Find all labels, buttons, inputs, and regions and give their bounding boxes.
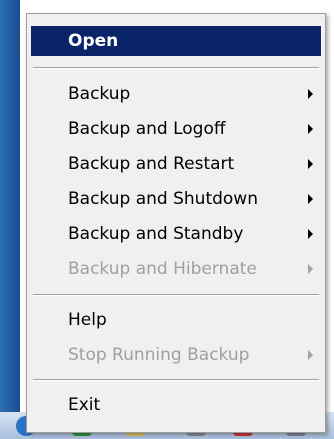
menu-item-backup-standby[interactable]: Backup and Standby	[31, 219, 321, 249]
menu-item-backup-logoff-label: Backup and Logoff	[68, 119, 226, 139]
menu-separator	[33, 379, 319, 381]
menu-item-exit[interactable]: Exit	[31, 390, 321, 420]
desktop-edge	[0, 0, 20, 439]
menu-item-stop-backup: Stop Running Backup	[31, 340, 321, 370]
menu-item-open[interactable]: Open	[31, 26, 321, 56]
menu-item-backup-shutdown[interactable]: Backup and Shutdown	[31, 184, 321, 214]
menu-item-exit-label: Exit	[68, 395, 101, 415]
menu-item-backup-restart[interactable]: Backup and Restart	[31, 149, 321, 179]
arrow-right-icon	[308, 194, 313, 204]
menu-separator	[33, 294, 319, 296]
context-menu: Open Backup Backup and Logoff Backup and…	[26, 13, 326, 433]
menu-item-open-label: Open	[68, 31, 119, 51]
arrow-right-icon	[308, 229, 313, 239]
menu-item-backup-hibernate-label: Backup and Hibernate	[68, 259, 257, 279]
menu-item-backup-hibernate: Backup and Hibernate	[31, 254, 321, 284]
screenshot-stage: Open Backup Backup and Logoff Backup and…	[0, 0, 334, 439]
menu-item-backup-standby-label: Backup and Standby	[68, 224, 244, 244]
arrow-right-icon	[308, 350, 313, 360]
arrow-right-icon	[308, 264, 313, 274]
menu-item-backup-logoff[interactable]: Backup and Logoff	[31, 114, 321, 144]
menu-item-backup[interactable]: Backup	[31, 79, 321, 109]
menu-separator	[33, 67, 319, 69]
menu-item-backup-restart-label: Backup and Restart	[68, 154, 235, 174]
arrow-right-icon	[308, 159, 313, 169]
arrow-right-icon	[308, 124, 313, 134]
menu-item-help-label: Help	[68, 310, 107, 330]
menu-item-backup-shutdown-label: Backup and Shutdown	[68, 189, 258, 209]
arrow-right-icon	[308, 89, 313, 99]
menu-item-help[interactable]: Help	[31, 305, 321, 335]
menu-item-backup-label: Backup	[68, 84, 131, 104]
menu-item-stop-backup-label: Stop Running Backup	[68, 345, 250, 365]
